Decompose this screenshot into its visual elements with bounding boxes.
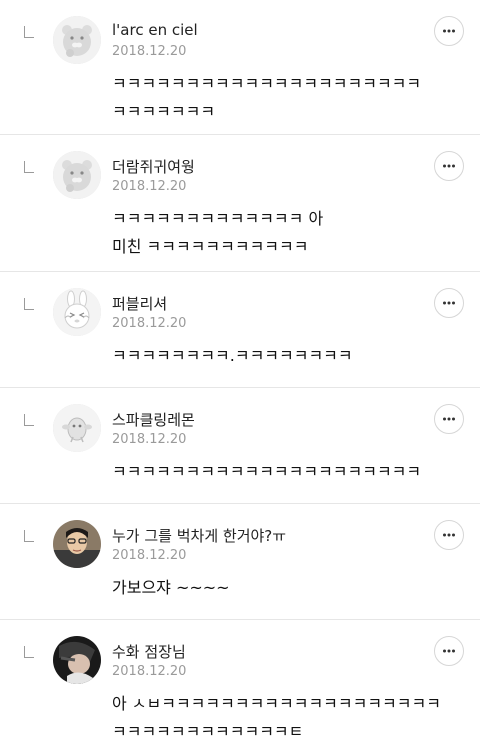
comment-text: ㅋㅋㅋㅋㅋㅋㅋㅋㅋㅋㅋㅋㅋㅋㅋㅋㅋㅋㅋㅋㅋ xyxy=(112,462,422,481)
avatar[interactable] xyxy=(53,16,101,64)
reply-date: 2018.12.20 xyxy=(112,548,187,563)
comment-text: ㅋㅋㅋㅋㅋㅋㅋㅋㅋㅋㅋㅋㅋ 아 미친 ㅋㅋㅋㅋㅋㅋㅋㅋㅋㅋㅋ xyxy=(112,209,324,256)
comment-text: ㅋㅋㅋㅋㅋㅋㅋㅋ.ㅋㅋㅋㅋㅋㅋㅋㅋ xyxy=(112,346,353,365)
reply-item: 퍼블리셔 2018.12.20 ㅋㅋㅋㅋㅋㅋㅋㅋ.ㅋㅋㅋㅋㅋㅋㅋㅋ xyxy=(0,272,480,388)
rabbit-avatar-icon xyxy=(53,288,101,336)
more-dots-icon xyxy=(443,164,455,168)
reply-item: 스파클링레몬 2018.12.20 ㅋㅋㅋㅋㅋㅋㅋㅋㅋㅋㅋㅋㅋㅋㅋㅋㅋㅋㅋㅋㅋ xyxy=(0,388,480,504)
reply-indicator-icon xyxy=(24,646,34,658)
reply-item: l'arc en ciel 2018.12.20 ㅋㅋㅋㅋㅋㅋㅋㅋㅋㅋㅋㅋㅋㅋㅋ… xyxy=(0,0,480,135)
more-dots-icon xyxy=(443,649,455,653)
comment-text: ㅋㅋㅋㅋㅋㅋㅋㅋㅋㅋㅋㅋㅋㅋㅋㅋㅋㅋㅋㅋㅋ ㅋㅋㅋㅋㅋㅋㅋ xyxy=(112,74,422,121)
more-options-button[interactable] xyxy=(434,288,464,318)
more-dots-icon xyxy=(443,417,455,421)
creature-avatar-icon xyxy=(53,404,101,452)
avatar[interactable] xyxy=(53,520,101,568)
avatar[interactable] xyxy=(53,151,101,199)
reply-date: 2018.12.20 xyxy=(112,432,187,447)
user-nickname[interactable]: 더람쥐귀여웡 xyxy=(112,156,195,177)
user-nickname[interactable]: 수화 점장님 xyxy=(112,641,186,662)
avatar[interactable] xyxy=(53,404,101,452)
avatar[interactable] xyxy=(53,288,101,336)
user-photo-avatar xyxy=(53,636,101,684)
reply-date: 2018.12.20 xyxy=(112,316,187,331)
user-nickname[interactable]: 퍼블리셔 xyxy=(112,293,167,314)
avatar[interactable] xyxy=(53,636,101,684)
more-options-button[interactable] xyxy=(434,16,464,46)
more-options-button[interactable] xyxy=(434,636,464,666)
reply-indicator-icon xyxy=(24,414,34,426)
reply-item: 더람쥐귀여웡 2018.12.20 ㅋㅋㅋㅋㅋㅋㅋㅋㅋㅋㅋㅋㅋ 아 미친 ㅋㅋㅋ… xyxy=(0,135,480,272)
reply-list: l'arc en ciel 2018.12.20 ㅋㅋㅋㅋㅋㅋㅋㅋㅋㅋㅋㅋㅋㅋㅋ… xyxy=(0,0,480,748)
ryan-default-avatar-icon xyxy=(53,151,101,199)
user-photo-avatar xyxy=(53,520,101,568)
more-options-button[interactable] xyxy=(434,520,464,550)
more-dots-icon xyxy=(443,301,455,305)
reply-date: 2018.12.20 xyxy=(112,179,187,194)
reply-date: 2018.12.20 xyxy=(112,44,187,59)
comment-text: 가보으쟈 ~~~~ xyxy=(112,578,230,597)
user-nickname[interactable]: 누가 그를 벅차게 한거야?ㅠ xyxy=(112,525,286,546)
reply-item: 누가 그를 벅차게 한거야?ㅠ 2018.12.20 가보으쟈 ~~~~ xyxy=(0,504,480,620)
ryan-default-avatar-icon xyxy=(53,16,101,64)
reply-indicator-icon xyxy=(24,161,34,173)
more-dots-icon xyxy=(443,533,455,537)
more-dots-icon xyxy=(443,29,455,33)
user-nickname[interactable]: 스파클링레몬 xyxy=(112,409,195,430)
more-options-button[interactable] xyxy=(434,151,464,181)
reply-indicator-icon xyxy=(24,26,34,38)
user-nickname[interactable]: l'arc en ciel xyxy=(112,21,198,39)
comment-text: 아 ㅅㅂㅋㅋㅋㅋㅋㅋㅋㅋㅋㅋㅋㅋㅋㅋㅋㅋㅋㅋㅋ ㅋㅋㅋㅋㅋㅋㅋㅋㅋㅋㅋㅋㅌ xyxy=(112,694,441,741)
reply-indicator-icon xyxy=(24,530,34,542)
more-options-button[interactable] xyxy=(434,404,464,434)
reply-indicator-icon xyxy=(24,298,34,310)
reply-item: 수화 점장님 2018.12.20 아 ㅅㅂㅋㅋㅋㅋㅋㅋㅋㅋㅋㅋㅋㅋㅋㅋㅋㅋㅋㅋ… xyxy=(0,620,480,748)
reply-date: 2018.12.20 xyxy=(112,664,187,679)
